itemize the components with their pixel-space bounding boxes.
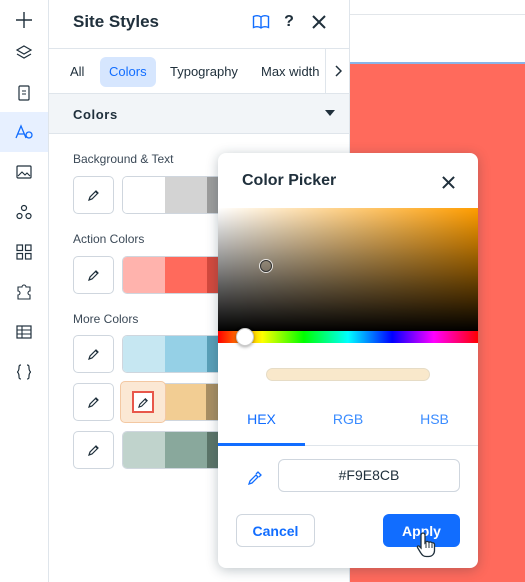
hex-input[interactable]: #F9E8CB [278,459,460,492]
selected-swatch-edit-button[interactable] [120,381,166,423]
cancel-button[interactable]: Cancel [236,514,315,547]
color-swatch[interactable] [123,336,165,372]
saturation-brightness-area[interactable] [218,208,478,331]
book-icon[interactable] [249,10,273,34]
colors-section-header[interactable]: Colors [49,94,349,134]
color-swatch[interactable] [165,177,207,213]
left-icon-rail [0,0,49,582]
help-icon[interactable]: ? [277,10,301,34]
pencil-icon [87,397,99,408]
layers-icon[interactable] [0,33,48,73]
section-title: Colors [73,107,118,122]
color-swatch[interactable] [123,177,165,213]
group-label-more-colors: More Colors [73,312,139,326]
color-swatch[interactable] [165,336,207,372]
tab-all[interactable]: All [61,57,93,87]
color-mode-tabs: HEX RGB HSB [218,402,478,446]
caret-down-icon [325,110,335,116]
tab-hsb[interactable]: HSB [391,402,478,446]
blocks-icon[interactable] [0,232,48,272]
color-swatch[interactable] [164,384,206,420]
chevron-right-icon[interactable] [325,49,349,93]
color-swatch[interactable] [165,432,207,468]
eyedropper-icon[interactable] [242,465,268,491]
edit-more-colors-row-2-button[interactable] [73,383,114,421]
close-icon[interactable] [436,170,460,194]
canvas-page-strip [350,14,525,64]
color-picker-dialog: Color Picker HEX RGB HSB #F9E8CB Cancel … [218,153,478,568]
hand-cursor-icon [416,532,436,558]
tab-typography[interactable]: Typography [161,57,247,87]
site-styles-icon[interactable] [0,112,48,152]
saturation-handle[interactable] [260,260,272,272]
panel-title: Site Styles [73,12,159,31]
pencil-icon [87,270,99,281]
picker-title: Color Picker [242,172,337,189]
color-preview [266,368,430,381]
edit-more-colors-row-3-button[interactable] [73,431,114,469]
media-icon[interactable] [0,152,48,192]
pencil-icon [87,349,99,360]
style-tabs: All Colors Typography Max width [49,48,349,94]
pencil-icon [87,190,99,201]
color-swatch[interactable] [123,257,165,293]
color-swatch[interactable] [123,432,165,468]
edit-action-colors-button[interactable] [73,256,114,294]
tab-rgb[interactable]: RGB [305,402,391,446]
puzzle-icon[interactable] [0,272,48,312]
pencil-icon [137,397,148,408]
hue-slider-handle[interactable] [236,328,254,346]
edit-background-text-button[interactable] [73,176,114,214]
edit-more-colors-row-1-button[interactable] [73,335,114,373]
group-label-background-text: Background & Text [73,152,174,166]
selected-swatch-frame [132,391,154,413]
color-swatch[interactable] [165,257,207,293]
group-label-action-colors: Action Colors [73,232,145,246]
code-icon[interactable] [0,352,48,392]
close-icon[interactable] [307,10,331,34]
tab-colors[interactable]: Colors [100,57,156,87]
hue-slider[interactable] [218,331,478,343]
table-icon[interactable] [0,312,48,352]
tab-hex[interactable]: HEX [218,402,305,446]
apps-icon[interactable] [0,192,48,232]
pages-icon[interactable] [0,73,48,113]
pencil-icon [87,445,99,456]
tab-max-width[interactable]: Max width [252,57,329,87]
